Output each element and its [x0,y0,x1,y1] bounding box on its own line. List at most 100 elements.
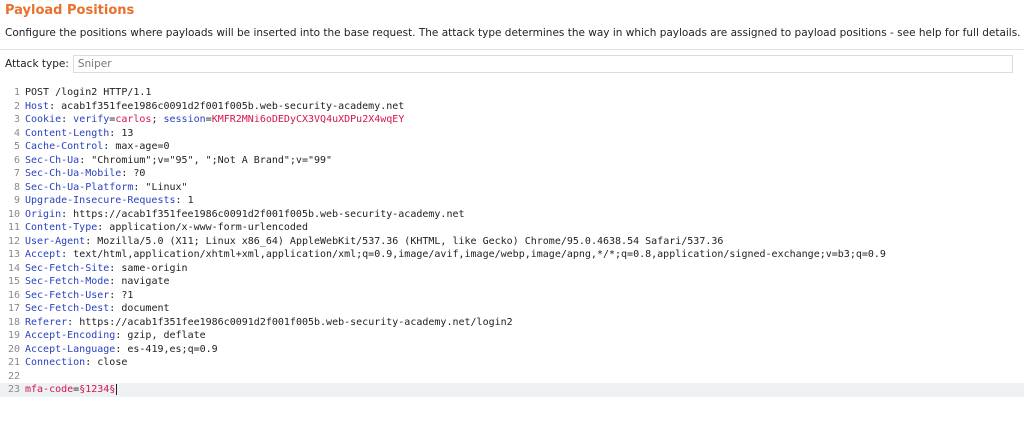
header-key: Accept-Encoding [25,330,116,341]
header-key: Cookie [25,114,62,125]
attack-type-row: Attack type: Sniper [5,54,1013,74]
line-number: 7 [13,168,20,179]
header-line: 21 Connection: close [0,356,1024,370]
header-key: Sec-Fetch-Site [25,262,110,274]
header-line: 11 Content-Type: application/x-www-form-… [0,221,1024,235]
cookie-name: session [163,114,206,125]
line-number: 1 [13,87,20,98]
header-value: es-419,es;q=0.9 [127,343,218,355]
cookie-value: carlos [115,114,152,125]
line-number: 2 [13,100,20,112]
line-number: 20 [7,343,20,355]
line-number: 11 [7,222,20,233]
body-line[interactable]: 23 mfa-code=§1234§ [0,383,1024,397]
header-line-host: 2 Host: acab1f351fee1986c0091d2f001f005b… [0,100,1024,114]
header-value: acab1f351fee1986c0091d2f001f005b.web-sec… [61,100,405,112]
header-key: Sec-Fetch-Mode [25,276,110,287]
blank-line: 22 [0,370,1024,384]
header-line: 15 Sec-Fetch-Mode: navigate [0,275,1024,289]
header-value: document [121,303,170,314]
header-key: Origin [25,208,62,220]
header-key: Connection [25,357,86,368]
line-number: 18 [7,316,20,328]
header-key: Sec-Fetch-Dest [25,303,110,314]
cookie-name: verify [73,114,110,125]
header-key: Sec-Fetch-User [25,289,110,301]
header-line: 9 Upgrade-Insecure-Requests: 1 [0,194,1024,208]
header-key: Cache-Control [25,141,104,152]
header-value: https://acab1f351fee1986c0091d2f001f005b… [73,208,465,220]
header-line: 13 Accept: text/html,application/xhtml+x… [0,248,1024,262]
line-number: 4 [13,127,20,139]
header-line: 14 Sec-Fetch-Site: same-origin [0,262,1024,276]
header-line: 10 Origin: https://acab1f351fee1986c0091… [0,208,1024,222]
text-caret [116,383,118,395]
payload-marker[interactable]: §1234§ [79,384,115,395]
header-line: 20 Accept-Language: es-419,es;q=0.9 [0,343,1024,357]
header-value: Mozilla/5.0 (X11; Linux x86_64) AppleWeb… [97,235,724,247]
line-number: 17 [7,303,20,314]
line-number: 5 [13,141,20,152]
line-number: 6 [13,154,20,166]
header-key: Accept-Language [25,343,116,355]
line-number: 22 [7,370,20,382]
line-number: 3 [13,114,20,125]
line-number: 13 [7,249,20,260]
header-key: Sec-Ch-Ua [25,154,80,166]
header-line: 19 Accept-Encoding: gzip, deflate [0,329,1024,343]
header-value: ?0 [133,168,146,179]
header-line: 5 Cache-Control: max-age=0 [0,140,1024,154]
header-key: Sec-Ch-Ua-Mobile [25,168,122,179]
line-number: 21 [7,357,20,368]
header-value: application/x-www-form-urlencoded [109,222,308,233]
line-number: 10 [7,208,20,220]
header-value: "Linux" [145,181,188,193]
header-value: max-age=0 [115,141,170,152]
header-line-cookie: 3 Cookie: verify=carlos; session=KMFR2MN… [0,113,1024,127]
header-line: 4 Content-Length: 13 [0,127,1024,141]
header-value: https://acab1f351fee1986c0091d2f001f005b… [79,316,513,328]
header-value: close [97,357,128,368]
header-value: same-origin [121,262,188,274]
header-line: 17 Sec-Fetch-Dest: document [0,302,1024,316]
header-value: 1 [187,195,194,206]
header-value: text/html,application/xhtml+xml,applicat… [73,249,886,260]
attack-type-label: Attack type: [5,58,69,70]
header-key: Referer [25,316,68,328]
request-line: 1 POST /login2 HTTP/1.1 [0,86,1024,100]
header-line: 7 Sec-Ch-Ua-Mobile: ?0 [0,167,1024,181]
line-number: 14 [7,262,20,274]
cookie-value: KMFR2MNi6oDEDyCX3VQ4uXDPu2X4wqEY [211,114,405,125]
header-value: ?1 [121,289,134,301]
line-number: 15 [7,276,20,287]
line-number: 23 [7,384,20,395]
body-param-name: mfa-code [25,384,74,395]
page-title: Payload Positions [5,3,135,18]
line-number: 9 [13,195,20,206]
page-description: Configure the positions where payloads w… [5,27,1021,39]
divider [0,49,1024,50]
header-line: 18 Referer: https://acab1f351fee1986c009… [0,316,1024,330]
header-key: Content-Length [25,127,110,139]
line-number: 16 [7,289,20,301]
line-number: 19 [7,330,20,341]
attack-type-select[interactable]: Sniper [72,55,1013,73]
header-value: gzip, deflate [127,330,206,341]
header-line: 6 Sec-Ch-Ua: "Chromium";v="95", ";Not A … [0,154,1024,168]
header-value: "Chromium";v="95", ";Not A Brand";v="99" [91,154,333,166]
line-number: 8 [13,181,20,193]
line-number: 12 [7,235,20,247]
header-line: 16 Sec-Fetch-User: ?1 [0,289,1024,303]
header-line: 12 User-Agent: Mozilla/5.0 (X11; Linux x… [0,235,1024,249]
header-key: Upgrade-Insecure-Requests [25,195,176,206]
header-key: Sec-Ch-Ua-Platform [25,181,134,193]
header-key: User-Agent [25,235,86,247]
header-key: Content-Type [25,222,98,233]
header-line: 8 Sec-Ch-Ua-Platform: "Linux" [0,181,1024,195]
header-key: Accept [25,249,62,260]
request-editor[interactable]: 1 POST /login2 HTTP/1.1 2 Host: acab1f35… [0,86,1024,429]
header-value: 13 [121,127,134,139]
header-value: navigate [121,276,170,287]
header-key: Host [25,100,50,112]
request-line-text: POST /login2 HTTP/1.1 [25,87,152,98]
